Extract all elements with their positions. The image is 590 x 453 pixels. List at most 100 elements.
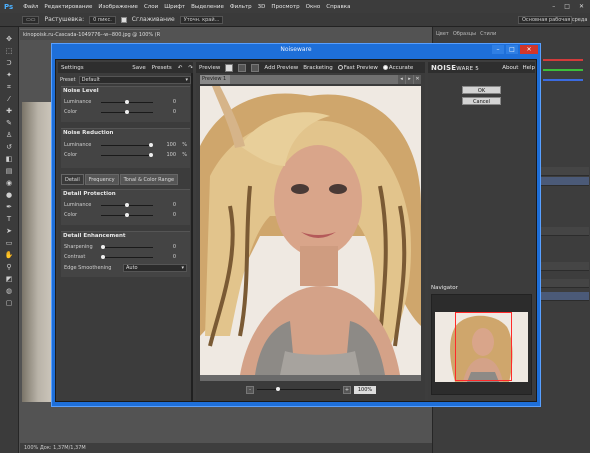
zoom-out-button[interactable]: - [246,385,254,394]
workspace-select[interactable]: Основная рабочая среда [518,15,587,24]
screen-mode-icon[interactable]: ▢ [3,299,15,308]
slider-track[interactable] [101,213,153,217]
zoom-select[interactable]: 100% [354,385,376,394]
brush-tool-icon[interactable]: ✎ [3,119,15,128]
close-icon[interactable]: ✕ [579,3,584,10]
next-tab-icon[interactable]: ▸ [406,75,413,84]
menu-edit[interactable]: Редактирование [44,4,92,10]
quick-mask-icon[interactable]: ◍ [3,287,15,296]
horizontal-scrollbar[interactable] [200,375,421,381]
navigator-viewport-rect[interactable] [455,312,512,381]
luminance-slider-row[interactable]: Luminance 0 [61,201,190,210]
bracketing-button[interactable]: Bracketing [303,65,332,71]
tab-preview-1[interactable]: Preview 1 [200,75,230,84]
antialias-checkbox[interactable] [120,16,127,23]
shape-tool-icon[interactable]: ▭ [3,239,15,248]
refine-edge-button[interactable]: Уточн. край... [179,15,224,24]
maximize-icon[interactable]: □ [506,45,518,54]
color-sliders[interactable] [537,47,587,107]
close-tab-icon[interactable]: ✕ [414,75,421,84]
magic-wand-icon[interactable]: ✦ [3,71,15,80]
zoom-slider-knob[interactable] [275,387,280,391]
list-item[interactable] [541,262,589,271]
marquee-tool-icon[interactable]: ⬚ [3,47,15,56]
edge-smoothening-select[interactable]: Auto ▾ [123,264,187,272]
ok-button[interactable]: OK [462,86,501,94]
list-item[interactable] [541,167,589,176]
eyedropper-icon[interactable]: ⁄ [3,95,15,104]
minimize-icon[interactable]: – [552,3,555,10]
color-swatches-icon[interactable]: ◩ [3,275,15,284]
slider-track[interactable] [101,153,153,157]
red-slider[interactable] [543,59,583,61]
slider-track[interactable] [101,255,153,259]
menu-select[interactable]: Выделение [191,4,224,10]
tab-tonal-color-range[interactable]: Tonal & Color Range [119,174,179,185]
dodge-tool-icon[interactable]: ● [3,191,15,200]
slider-track[interactable] [101,100,153,104]
preset-select[interactable]: Default ▾ [78,75,191,84]
feather-input[interactable]: 0 пикс. [89,15,116,24]
slider-knob[interactable] [101,245,105,249]
menu-layers[interactable]: Слои [144,4,158,10]
tab-styles[interactable]: Стили [480,29,496,39]
presets-button[interactable]: Presets [152,65,172,71]
slider-knob[interactable] [125,100,129,104]
document-tab[interactable]: kinopoisk.ru-Cascada-1049776--w--800.jpg… [20,29,160,40]
single-view-icon[interactable] [225,63,234,72]
split-view-icon[interactable] [238,63,247,72]
color-slider-row[interactable]: Color 0 [61,108,190,117]
luminance-slider-row[interactable]: Luminance 0 [61,98,190,107]
about-button[interactable]: About [502,65,518,71]
slider-knob[interactable] [125,110,129,114]
lasso-tool-icon[interactable]: ᑐ [3,59,15,68]
list-item[interactable] [541,227,589,236]
hand-tool-icon[interactable]: ✋ [3,251,15,260]
blur-tool-icon[interactable]: ◉ [3,179,15,188]
slider-knob[interactable] [101,255,105,259]
help-button[interactable]: Help [522,65,535,71]
preview-image[interactable] [200,86,421,375]
healing-brush-icon[interactable]: ✚ [3,107,15,116]
sharpening-slider-row[interactable]: Sharpening 0 [61,243,190,252]
move-tool-icon[interactable]: ✥ [3,35,15,44]
history-brush-icon[interactable]: ↺ [3,143,15,152]
slider-track[interactable] [101,203,153,207]
menu-type[interactable]: Шрифт [164,4,185,10]
redo-icon[interactable]: ↷ [188,65,193,71]
color-slider-row[interactable]: Color 100 % [61,151,190,160]
menu-help[interactable]: Справка [326,4,350,10]
crop-tool-icon[interactable]: ⌗ [3,83,15,92]
green-slider[interactable] [543,69,583,71]
zoom-in-button[interactable]: + [343,385,351,394]
maximize-icon[interactable]: □ [564,3,570,10]
slider-knob[interactable] [149,143,153,147]
gradient-icon[interactable]: ▤ [3,167,15,176]
menu-filter[interactable]: Фильтр [230,4,252,10]
slider-track[interactable] [101,110,153,114]
tab-frequency[interactable]: Frequency [84,174,119,185]
menu-image[interactable]: Изображение [98,4,138,10]
contrast-slider-row[interactable]: Contrast 0 [61,253,190,262]
type-tool-icon[interactable]: T [3,215,15,224]
pen-tool-icon[interactable]: ✒ [3,203,15,212]
eraser-icon[interactable]: ◧ [3,155,15,164]
cancel-button[interactable]: Cancel [462,97,501,105]
menu-3d[interactable]: 3D [258,4,266,10]
zoom-slider[interactable] [257,387,340,391]
blue-slider[interactable] [543,79,583,81]
slider-track[interactable] [101,143,153,147]
tab-swatches[interactable]: Образцы [453,29,476,39]
slider-knob[interactable] [125,203,129,207]
path-select-icon[interactable]: ➤ [3,227,15,236]
close-icon[interactable]: ✕ [520,45,538,54]
slider-knob[interactable] [149,153,153,157]
list-item[interactable] [541,177,589,186]
list-item[interactable] [541,279,589,288]
add-preview-button[interactable]: Add Preview [264,65,298,71]
luminance-slider-row[interactable]: Luminance 100 % [61,141,190,150]
menu-window[interactable]: Окно [306,4,321,10]
fast-preview-radio[interactable]: Fast Preview [337,64,378,71]
minimize-icon[interactable]: – [492,45,504,54]
stamp-tool-icon[interactable]: ♙ [3,131,15,140]
